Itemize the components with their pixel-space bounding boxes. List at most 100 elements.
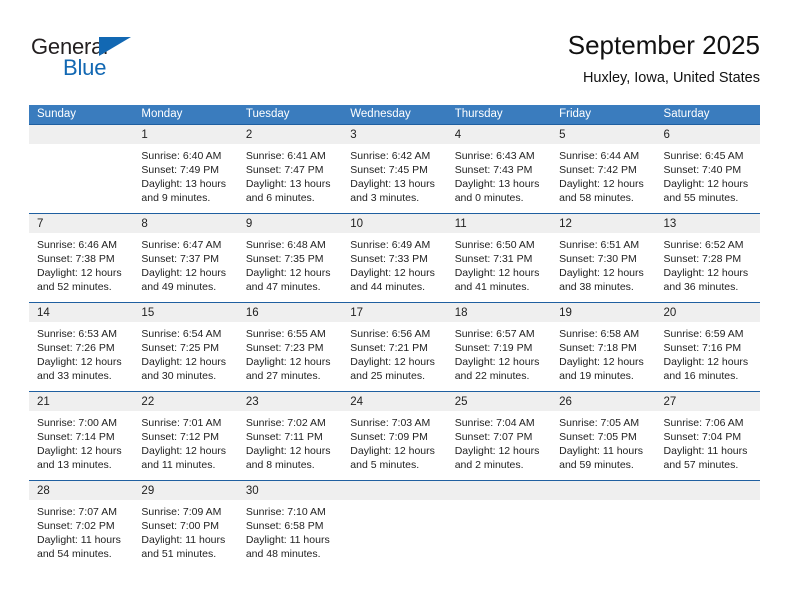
- day-cell[interactable]: 3 Sunrise: 6:42 AM Sunset: 7:45 PM Dayli…: [342, 125, 447, 213]
- day-cell[interactable]: 24 Sunrise: 7:03 AM Sunset: 7:09 PM Dayl…: [342, 392, 447, 480]
- day-cell[interactable]: 23 Sunrise: 7:02 AM Sunset: 7:11 PM Dayl…: [237, 392, 343, 480]
- day-cell[interactable]: [29, 125, 134, 213]
- day-cell[interactable]: 27 Sunrise: 7:06 AM Sunset: 7:04 PM Dayl…: [655, 392, 760, 480]
- day-number: 25: [454, 396, 468, 408]
- day-number: 18: [454, 307, 468, 319]
- daylight-line-1: Daylight: 12 hours: [245, 267, 331, 279]
- day-cell[interactable]: 28 Sunrise: 7:07 AM Sunset: 7:02 PM Dayl…: [29, 481, 134, 574]
- sunrise-text: Sunrise: 7:09 AM: [141, 506, 222, 518]
- day-number-band: 2: [237, 125, 343, 144]
- day-number: 16: [245, 307, 259, 319]
- daylight-line-1: Daylight: 12 hours: [141, 445, 227, 457]
- day-details: [342, 500, 446, 574]
- daylight-line-1: Daylight: 12 hours: [245, 445, 331, 457]
- day-cell[interactable]: 30 Sunrise: 7:10 AM Sunset: 6:58 PM Dayl…: [237, 481, 343, 574]
- daylight-line-2: and 30 minutes.: [141, 370, 217, 382]
- sunset-text: Sunset: 7:12 PM: [141, 431, 220, 443]
- sunset-text: Sunset: 7:33 PM: [350, 253, 428, 265]
- sunset-text: Sunset: 7:42 PM: [559, 164, 637, 176]
- daylight-line-2: and 5 minutes.: [350, 459, 420, 471]
- day-number: 11: [454, 218, 467, 230]
- day-cell[interactable]: [446, 481, 552, 574]
- daylight-line-1: Daylight: 12 hours: [37, 356, 122, 368]
- day-number-band: 18: [446, 303, 552, 322]
- daylight-line-2: and 54 minutes.: [37, 548, 112, 560]
- sunset-text: Sunset: 7:23 PM: [245, 342, 324, 354]
- day-cell[interactable]: 6 Sunrise: 6:45 AM Sunset: 7:40 PM Dayli…: [655, 125, 760, 213]
- sunset-text: Sunset: 7:37 PM: [141, 253, 220, 265]
- sunrise-text: Sunrise: 6:57 AM: [454, 328, 535, 340]
- day-number-band: 15: [133, 303, 238, 322]
- daylight-line-1: Daylight: 11 hours: [663, 445, 748, 457]
- daylight-line-2: and 44 minutes.: [350, 281, 425, 293]
- day-cell[interactable]: 7 Sunrise: 6:46 AM Sunset: 7:38 PM Dayli…: [29, 214, 134, 302]
- daylight-line-2: and 47 minutes.: [245, 281, 321, 293]
- day-cell[interactable]: 16 Sunrise: 6:55 AM Sunset: 7:23 PM Dayl…: [237, 303, 343, 391]
- day-number-band: 16: [237, 303, 343, 322]
- day-cell[interactable]: 1 Sunrise: 6:40 AM Sunset: 7:49 PM Dayli…: [133, 125, 238, 213]
- daylight-line-1: Daylight: 12 hours: [559, 267, 644, 279]
- day-number-band: 17: [342, 303, 447, 322]
- day-cell[interactable]: 10 Sunrise: 6:49 AM Sunset: 7:33 PM Dayl…: [342, 214, 447, 302]
- day-number-band: [342, 481, 447, 500]
- day-details: Sunrise: 6:59 AM Sunset: 7:16 PM Dayligh…: [656, 322, 760, 391]
- day-cell[interactable]: 22 Sunrise: 7:01 AM Sunset: 7:12 PM Dayl…: [133, 392, 238, 480]
- logo-text-blue: Blue: [63, 55, 107, 80]
- daylight-line-1: Daylight: 12 hours: [454, 445, 540, 457]
- day-cell[interactable]: 20 Sunrise: 6:59 AM Sunset: 7:16 PM Dayl…: [655, 303, 760, 391]
- day-cell[interactable]: 18 Sunrise: 6:57 AM Sunset: 7:19 PM Dayl…: [446, 303, 552, 391]
- day-cell[interactable]: 13 Sunrise: 6:52 AM Sunset: 7:28 PM Dayl…: [655, 214, 760, 302]
- day-cell[interactable]: 26 Sunrise: 7:05 AM Sunset: 7:05 PM Dayl…: [551, 392, 656, 480]
- day-cell[interactable]: 4 Sunrise: 6:43 AM Sunset: 7:43 PM Dayli…: [446, 125, 552, 213]
- day-cell[interactable]: 9 Sunrise: 6:48 AM Sunset: 7:35 PM Dayli…: [237, 214, 343, 302]
- day-details: Sunrise: 7:03 AM Sunset: 7:09 PM Dayligh…: [342, 411, 446, 480]
- day-cell[interactable]: [551, 481, 656, 574]
- day-number: 27: [663, 396, 677, 408]
- day-cell[interactable]: 25 Sunrise: 7:04 AM Sunset: 7:07 PM Dayl…: [446, 392, 552, 480]
- day-cell[interactable]: 19 Sunrise: 6:58 AM Sunset: 7:18 PM Dayl…: [551, 303, 656, 391]
- general-blue-logo: General Blue: [29, 34, 229, 92]
- day-number: 17: [350, 307, 364, 319]
- day-details: Sunrise: 6:56 AM Sunset: 7:21 PM Dayligh…: [342, 322, 446, 391]
- day-number-band: 13: [655, 214, 760, 233]
- page-header: General Blue September 2025 Huxley, Iowa…: [29, 28, 760, 98]
- day-number: 10: [350, 218, 364, 230]
- daylight-line-1: Daylight: 13 hours: [350, 178, 435, 190]
- day-cell[interactable]: 15 Sunrise: 6:54 AM Sunset: 7:25 PM Dayl…: [133, 303, 238, 391]
- day-cell[interactable]: 8 Sunrise: 6:47 AM Sunset: 7:37 PM Dayli…: [133, 214, 238, 302]
- daylight-line-2: and 33 minutes.: [37, 370, 112, 382]
- day-cell[interactable]: 14 Sunrise: 6:53 AM Sunset: 7:26 PM Dayl…: [29, 303, 134, 391]
- day-number-band: 23: [237, 392, 343, 411]
- day-cell[interactable]: 21 Sunrise: 7:00 AM Sunset: 7:14 PM Dayl…: [29, 392, 134, 480]
- day-cell[interactable]: 12 Sunrise: 6:51 AM Sunset: 7:30 PM Dayl…: [551, 214, 656, 302]
- weekday-header-friday: Friday: [559, 108, 592, 120]
- sunset-text: Sunset: 7:25 PM: [141, 342, 220, 354]
- day-details: Sunrise: 7:00 AM Sunset: 7:14 PM Dayligh…: [29, 411, 133, 480]
- day-number-band: 21: [29, 392, 134, 411]
- daylight-line-2: and 38 minutes.: [559, 281, 634, 293]
- daylight-line-1: Daylight: 12 hours: [37, 267, 122, 279]
- day-cell[interactable]: 29 Sunrise: 7:09 AM Sunset: 7:00 PM Dayl…: [133, 481, 238, 574]
- sunrise-text: Sunrise: 6:54 AM: [141, 328, 222, 340]
- day-number-band: 4: [446, 125, 552, 144]
- calendar-week-row: 14 Sunrise: 6:53 AM Sunset: 7:26 PM Dayl…: [29, 302, 760, 391]
- day-cell[interactable]: [342, 481, 447, 574]
- day-details: [447, 500, 551, 574]
- day-cell[interactable]: 17 Sunrise: 6:56 AM Sunset: 7:21 PM Dayl…: [342, 303, 447, 391]
- day-details: Sunrise: 6:51 AM Sunset: 7:30 PM Dayligh…: [551, 233, 655, 302]
- day-number: 1: [141, 129, 148, 141]
- day-cell[interactable]: 2 Sunrise: 6:41 AM Sunset: 7:47 PM Dayli…: [237, 125, 343, 213]
- sunrise-text: Sunrise: 6:44 AM: [559, 150, 640, 162]
- day-number: 24: [350, 396, 364, 408]
- day-details: [29, 144, 133, 213]
- day-cell[interactable]: 5 Sunrise: 6:44 AM Sunset: 7:42 PM Dayli…: [551, 125, 656, 213]
- daylight-line-2: and 13 minutes.: [37, 459, 112, 471]
- day-number-band: [446, 481, 552, 500]
- sunset-text: Sunset: 7:04 PM: [663, 431, 742, 443]
- day-cell[interactable]: 11 Sunrise: 6:50 AM Sunset: 7:31 PM Dayl…: [446, 214, 552, 302]
- daylight-line-1: Daylight: 12 hours: [454, 267, 540, 279]
- day-details: Sunrise: 7:10 AM Sunset: 6:58 PM Dayligh…: [238, 500, 342, 574]
- day-cell[interactable]: [655, 481, 760, 574]
- day-number: 22: [141, 396, 155, 408]
- daylight-line-1: Daylight: 11 hours: [37, 534, 121, 546]
